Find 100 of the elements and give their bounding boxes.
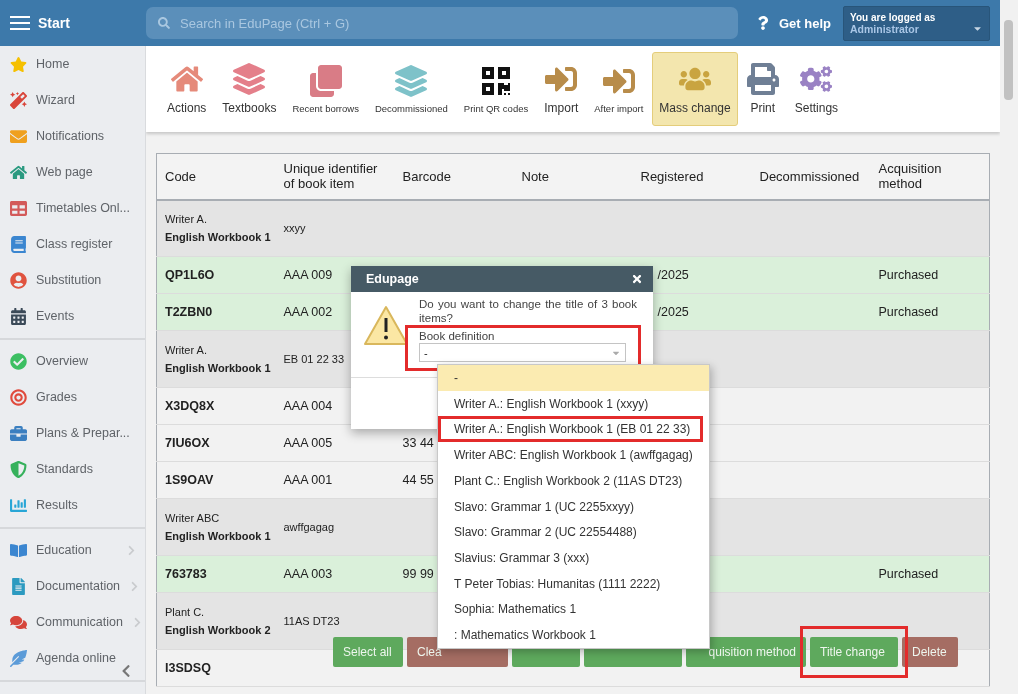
sidebar-item[interactable]: Standards [0,451,145,487]
toolbar-button[interactable]: Import [537,52,586,126]
wand-icon [10,91,27,109]
book-icon [10,541,27,559]
table-cell: AAA 009 [283,268,333,282]
dropdown-option[interactable]: Sophia: Mathematics 1 [438,596,703,623]
table-cell: X3DQ8X [165,399,215,413]
author-name: Plant C. [165,606,206,618]
table-cell: QP1L6O [165,268,215,282]
toolbar-button[interactable]: Recent borrows [285,52,366,126]
table-cell: awffgagag [283,521,335,533]
grid-icon [10,199,27,217]
table-cell: AAA 003 [283,567,333,581]
sidebar-item[interactable]: Notifications [0,118,145,154]
table-cell: xxyy [283,222,306,235]
shield-icon [10,460,27,478]
column-header: Barcode [394,153,514,200]
sidebar-item[interactable]: Grades [0,379,145,415]
dropdown-option[interactable]: Writer A.: English Workbook 1 (xxyy) [438,390,703,417]
sidebar-item[interactable]: Communication [0,604,145,640]
toolbar-button[interactable]: Textbooks [215,52,284,126]
envelope-icon [10,127,27,145]
dropdown-option[interactable]: T Peter Tobias: Humanitas (1111 2222) [438,570,703,597]
table-cell: /2025 [657,268,689,282]
books-icon [395,64,428,97]
sidebar-item[interactable]: Substitution [0,262,145,298]
dropdown-option[interactable]: Writer ABC: English Workbook 1 (awffgagag) [438,442,703,468]
sidebar-item[interactable]: Plans & Prepar... [0,415,145,451]
dropdown-option[interactable]: Slavo: Grammar 1 (UC 2255xxyy) [438,493,703,520]
dropdown-option[interactable]: - [438,365,709,391]
printer-icon [746,63,779,95]
table-cell: 44 55 [402,473,434,487]
table-cell: /2025 [657,305,689,319]
user-menu[interactable]: You are logged as Administrator [843,5,990,41]
table-cell: 99 99 [402,567,434,581]
table-cell: 763783 [165,567,207,581]
sidebar-item[interactable]: Events [0,298,145,334]
dropdown-option[interactable]: Slavius: Grammar 3 (xxx) [438,545,703,571]
table-cell: Purchased [878,305,939,319]
search-field[interactable]: Search in EduPage (Ctrl + G) [146,7,738,39]
sidebar-item[interactable]: Wizard [0,82,145,118]
sidebar-item[interactable]: Results [0,487,145,523]
dropdown-option[interactable]: Writer A.: English Workbook 1 (EB 01 22 33) [438,416,703,443]
table-cell: AAA 005 [283,436,333,450]
squares-icon [309,64,342,97]
author-name: Writer ABC [165,512,221,524]
sidebar-item[interactable]: Overview [0,343,145,379]
book-definition-select[interactable]: - [419,343,626,362]
chat-icon [10,613,27,631]
briefcase-icon [10,424,27,442]
table-cell: 11AS DT23 [283,615,340,627]
toolbar-button[interactable]: Print [739,52,786,126]
table-cell: AAA 001 [283,473,333,487]
dropdown-option[interactable]: Slavo: Grammar 2 (UC 22554488) [438,519,703,546]
table-cell: I3SDSQ [165,661,211,675]
column-header: Note [513,153,633,200]
menu-icon[interactable] [10,15,30,31]
sidebar-item[interactable]: Timetables Onl... [0,190,145,226]
sidebar-item[interactable]: Agenda online [0,640,145,676]
table-cell: 1S9OAV [165,473,214,487]
table-cell: Purchased [878,567,939,581]
table-cell: T2ZBN0 [165,305,213,319]
star-icon [10,55,27,73]
qr-code-icon [480,64,512,97]
calendar-icon [10,307,27,325]
dropdown-option[interactable]: Plant C.: English Workbook 2 (11AS DT23) [438,467,703,494]
toolbar-button[interactable]: Settings [787,52,846,126]
search-icon [158,17,170,29]
column-header: Code [156,153,276,200]
gears-icon [800,63,833,95]
dialog-title: Edupage [366,272,419,286]
sidebar-item[interactable]: Class register [0,226,145,262]
column-header: Registered [632,153,752,200]
dialog-message: Do you want to change the title of 3 book items? [419,297,637,325]
grade-icon [10,388,27,406]
table-cell: Purchased [878,268,939,282]
person-icon [10,271,27,289]
toolbar-button[interactable]: Mass change [652,52,738,126]
start-label[interactable]: Start [38,15,138,31]
author-name: Writer A. [165,344,208,356]
sidebar-item[interactable]: Home [0,46,145,82]
author-name: Writer A. [165,213,208,226]
help-icon [756,15,770,30]
bar-chart-icon [10,496,27,514]
toolbar-button[interactable]: Actions [160,52,214,126]
sidebar-item[interactable]: Education [0,532,145,568]
document-icon [10,577,27,595]
feather-icon [10,649,27,667]
sidebar-item[interactable]: Documentation [0,568,145,604]
toolbar-button[interactable]: After import [587,52,651,126]
check-icon [10,352,27,370]
sidebar-item[interactable]: Web page [0,154,145,190]
column-header: Decommissioned [751,153,871,200]
toolbar-button[interactable]: Decommissioned [367,52,455,126]
books-icon [233,63,266,95]
action-button[interactable]: Delete [902,637,958,667]
toolbar-button[interactable]: Print QR codes [456,52,536,126]
help-link[interactable]: Get help [756,15,831,31]
close-icon[interactable] [631,273,643,285]
table-cell: 33 44 [402,436,434,450]
